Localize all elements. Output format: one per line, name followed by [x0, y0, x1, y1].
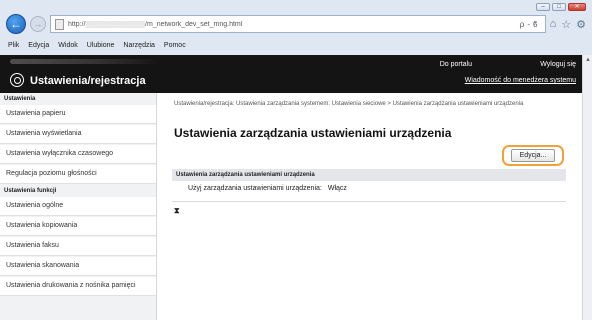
gear-icon[interactable]: ⚙ [576, 18, 586, 31]
section-title: Ustawienia zarządzania ustawieniami urzą… [174, 126, 452, 140]
menu-help[interactable]: Pomoc [164, 42, 186, 49]
menu-favorites[interactable]: Ulubione [87, 42, 115, 49]
edit-button[interactable]: Edycja... [511, 149, 555, 162]
setting-value: Włącz [327, 185, 347, 192]
scroll-up-icon[interactable]: ▲ [585, 57, 591, 63]
close-icon[interactable]: ✕ [568, 3, 586, 11]
toolbar-icons: ⌂ ☆ ⚙ [550, 18, 586, 31]
navigation-bar: ← → http://▒▒▒▒▒▒▒▒▒▒▒▒/m_network_dev_se… [6, 13, 586, 35]
menu-tools[interactable]: Narzędzia [123, 42, 155, 49]
sidebar-section-settings: Ustawienia [4, 96, 36, 102]
menu-edit[interactable]: Edycja [28, 42, 49, 49]
address-bar[interactable]: http://▒▒▒▒▒▒▒▒▒▒▒▒/m_network_dev_set_mn… [50, 15, 546, 33]
sidebar-item-scan[interactable]: Ustawienia skanowania [0, 257, 156, 276]
sidebar-item-volume[interactable]: Regulacja poziomu głośności [0, 165, 156, 184]
address-tools[interactable]: ρ-ϐ [520, 20, 541, 29]
home-icon[interactable]: ⌂ [550, 18, 557, 31]
maximize-icon[interactable]: □ [552, 3, 566, 11]
favorites-icon[interactable]: ☆ [561, 18, 571, 31]
menu-file[interactable]: Plik [8, 42, 19, 49]
sidebar: Ustawienia Ustawienia papieru Ustawienia… [0, 93, 157, 320]
device-name-blurred [10, 59, 160, 64]
divider [172, 201, 566, 202]
setting-row: Użyj zarządzania ustawieniami urządzenia… [188, 185, 347, 192]
sidebar-item-media-print[interactable]: Ustawienia drukowania z nośnika pamięci [0, 277, 156, 296]
sidebar-item-copy[interactable]: Ustawienia kopiowania [0, 217, 156, 236]
back-button[interactable]: ← [6, 14, 26, 34]
settings-logo-icon [10, 73, 24, 87]
window-controls: – □ ✕ [536, 3, 586, 11]
message-admin-link[interactable]: Wiadomość do menedżera systemu [465, 77, 576, 84]
edit-button-highlight: Edycja... [502, 145, 564, 166]
panel-header: Ustawienia zarządzania ustawieniami urzą… [172, 169, 566, 181]
menu-view[interactable]: Widok [58, 42, 77, 49]
url-text: http://▒▒▒▒▒▒▒▒▒▒▒▒/m_network_dev_set_mn… [68, 20, 243, 28]
sidebar-item-fax[interactable]: Ustawienia faksu [0, 237, 156, 256]
portal-link[interactable]: Do portalu [440, 61, 472, 68]
forward-button[interactable]: → [30, 16, 46, 32]
to-top-icon[interactable]: ⧗ [174, 206, 180, 216]
sidebar-item-general[interactable]: Ustawienia ogólne [0, 197, 156, 216]
breadcrumb: Ustawienia/rejestracja: Ustawienia zarzą… [174, 101, 524, 107]
sidebar-item-paper[interactable]: Ustawienia papieru [0, 105, 156, 124]
page-icon [55, 18, 64, 30]
main-content: Ustawienia/rejestracja: Ustawienia zarzą… [158, 93, 582, 320]
vertical-scrollbar[interactable]: ▲ [582, 55, 592, 320]
sidebar-item-display[interactable]: Ustawienia wyświetlania [0, 125, 156, 144]
setting-label: Użyj zarządzania ustawieniami urządzenia… [188, 185, 322, 192]
sidebar-item-timer[interactable]: Ustawienia wyłącznika czasowego [0, 145, 156, 164]
menu-bar: Plik Edycja Widok Ulubione Narzędzia Pom… [0, 39, 592, 52]
page-header: Ustawienia/rejestracja Do portalu Wylogu… [0, 55, 582, 93]
sidebar-section-functions: Ustawienia funkcji [4, 188, 57, 194]
logout-link[interactable]: Wyloguj się [540, 61, 576, 68]
page-title: Ustawienia/rejestracja [30, 75, 146, 87]
minimize-icon[interactable]: – [536, 3, 550, 11]
browser-chrome: – □ ✕ ← → http://▒▒▒▒▒▒▒▒▒▒▒▒/m_network_… [0, 0, 592, 58]
